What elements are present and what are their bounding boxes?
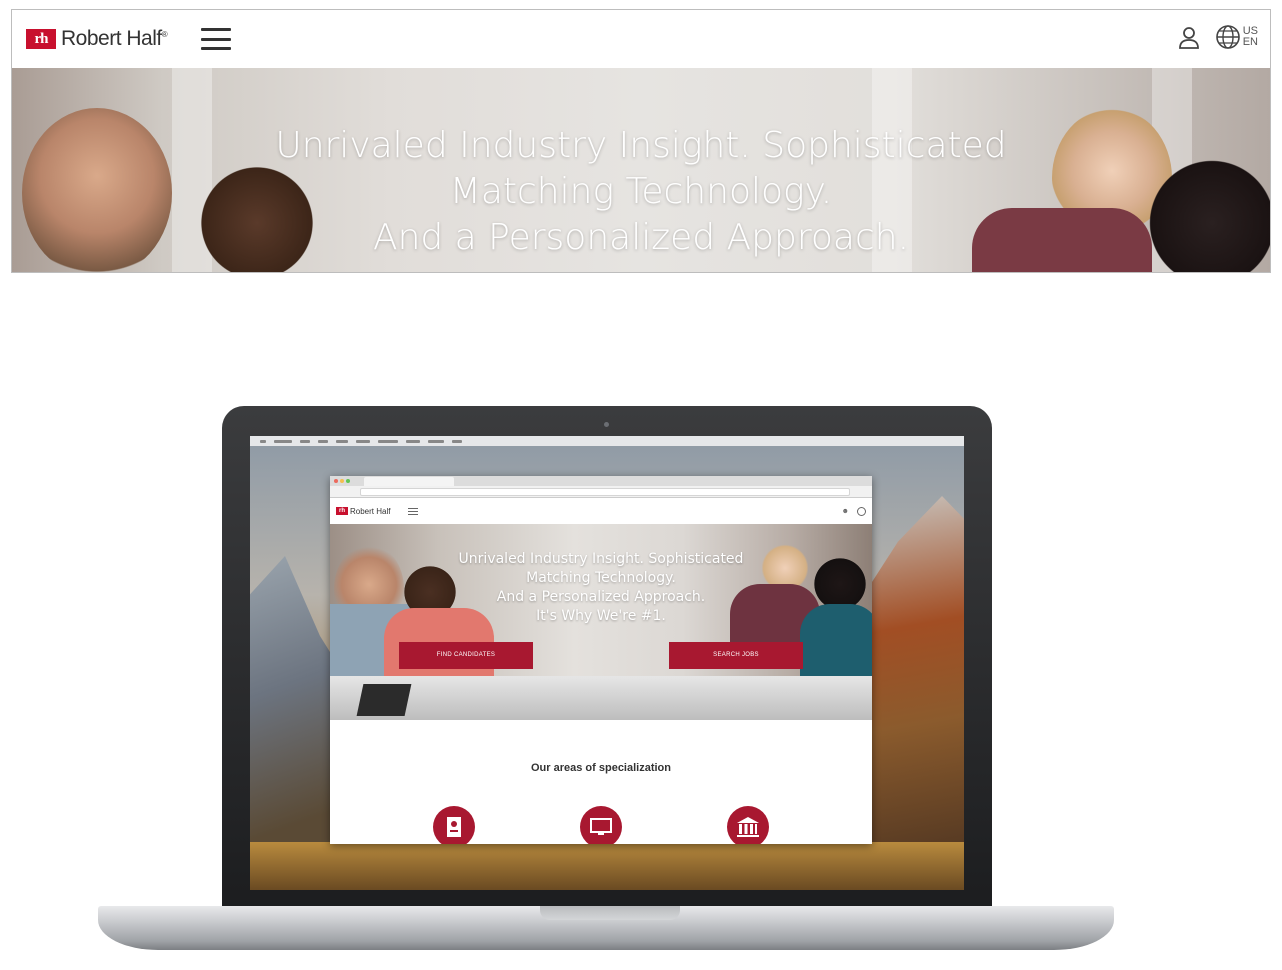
specialization-icons (330, 806, 872, 844)
logo-text: Robert Half (61, 27, 162, 50)
user-icon[interactable] (1177, 24, 1201, 50)
mini-user-icon[interactable]: ☻ (842, 508, 849, 515)
mini-hero-headline: Unrivaled Industry Insight. Sophisticate… (458, 551, 744, 624)
address-bar (330, 486, 872, 498)
minimize-window-icon[interactable] (340, 479, 344, 483)
monitor-icon[interactable] (579, 806, 622, 844)
camera-icon (604, 422, 609, 427)
hero-banner: Unrivaled Industry Insight. Sophisticate… (12, 68, 1270, 272)
site-header: rh Robert Half® US EN (12, 10, 1270, 68)
find-candidates-button[interactable]: FIND CANDIDATES (399, 642, 533, 669)
bank-icon[interactable] (727, 806, 770, 844)
mini-globe-icon[interactable] (857, 507, 866, 516)
close-window-icon[interactable] (334, 479, 338, 483)
lake (250, 842, 964, 890)
browser-window: rh Robert Half ☻ Unrivaled Industry Insi… (330, 476, 872, 844)
table (330, 676, 872, 720)
maximize-window-icon[interactable] (346, 479, 350, 483)
specialization-section: Our areas of specialization (330, 720, 872, 774)
browser-tab-bar (330, 476, 872, 486)
laptop-notch (540, 906, 680, 920)
logo-mark: rh (26, 29, 56, 49)
hero-headline: Unrivaled Industry Insight. Sophisticate… (275, 125, 1007, 258)
areas-heading: Our areas of specialization (531, 762, 671, 774)
search-jobs-button[interactable]: SEARCH JOBS (669, 642, 803, 669)
robert-half-logo[interactable]: rh Robert Half® (26, 27, 168, 51)
laptop-screen: rh Robert Half ☻ Unrivaled Industry Insi… (250, 436, 964, 890)
globe-icon (1215, 25, 1240, 49)
url-field[interactable] (360, 488, 850, 496)
mini-menu-icon[interactable] (408, 507, 419, 515)
menu-icon[interactable] (201, 28, 232, 50)
mini-site-header: rh Robert Half ☻ (330, 498, 872, 524)
header-utilities: US EN (1177, 24, 1258, 50)
laptop-in-photo (356, 684, 412, 716)
locale-selector[interactable]: US EN (1215, 24, 1258, 50)
laptop-mockup: rh Robert Half ☻ Unrivaled Industry Insi… (222, 406, 992, 912)
mini-hero-banner: Unrivaled Industry Insight. Sophisticate… (330, 524, 872, 720)
registered-mark: ® (161, 30, 168, 39)
browser-tab[interactable] (364, 477, 454, 486)
locale-language: EN (1242, 36, 1258, 48)
mac-menu-bar (250, 436, 964, 446)
mini-logo[interactable]: rh Robert Half (336, 507, 390, 516)
website-screenshot: rh Robert Half® US EN Unrivaled Industry… (11, 9, 1271, 273)
resume-icon[interactable] (432, 806, 475, 844)
